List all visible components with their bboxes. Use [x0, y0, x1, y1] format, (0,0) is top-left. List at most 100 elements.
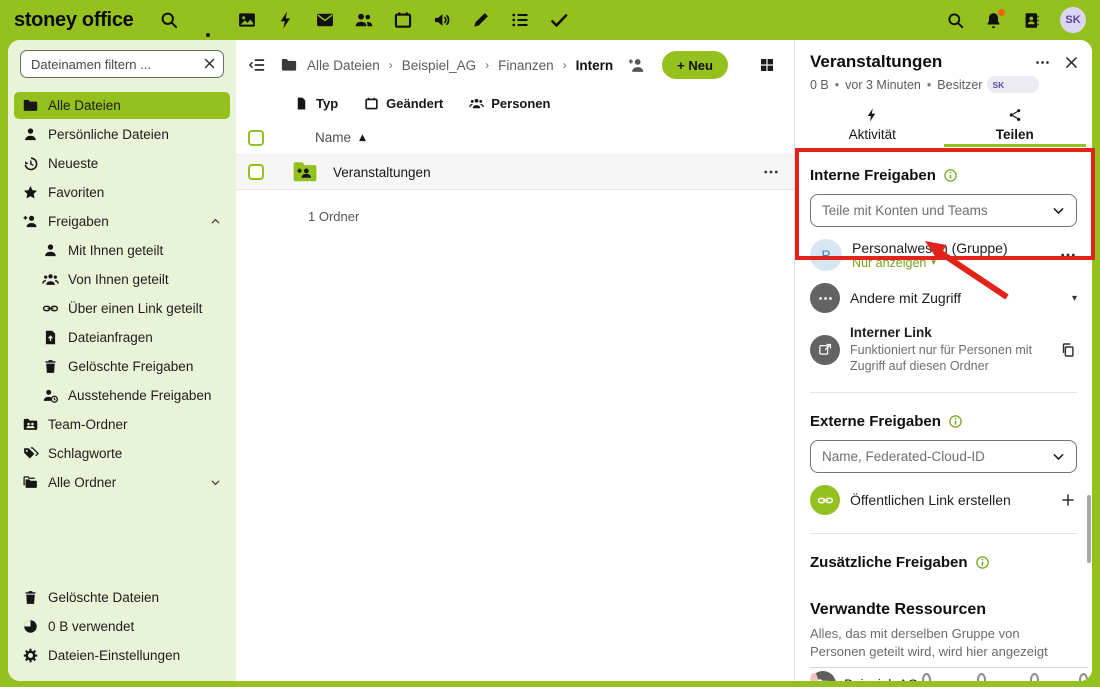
owner-initials: SK	[992, 80, 1004, 90]
copy-link-icon[interactable]	[1059, 341, 1077, 359]
sidebar-item-alle-dateien[interactable]: Alle Dateien	[14, 92, 230, 119]
expand-icon[interactable]: ▾	[1072, 293, 1077, 304]
file-name: Veranstaltungen	[333, 165, 431, 180]
others-with-access-row[interactable]: Andere mit Zugriff ▾	[810, 277, 1077, 319]
sidebar-item-favoriten[interactable]: Favoriten	[14, 179, 230, 206]
file-row-veranstaltungen[interactable]: Veranstaltungen	[236, 155, 794, 190]
grid-view-icon[interactable]	[758, 56, 776, 74]
info-icon[interactable]	[943, 168, 958, 183]
chevron-down-icon[interactable]	[209, 476, 222, 489]
row-checkbox[interactable]	[248, 164, 264, 180]
select-all-checkbox[interactable]	[248, 130, 264, 146]
sidebar-item-label: Gelöschte Freigaben	[68, 359, 193, 374]
row-actions-icon[interactable]	[762, 163, 780, 181]
files-icon[interactable]	[198, 10, 218, 30]
chevron-down-icon[interactable]	[1050, 448, 1067, 465]
filter-geändert[interactable]: Geändert	[364, 96, 443, 111]
breadcrumb-alle-dateien[interactable]: Alle Dateien	[307, 58, 380, 73]
create-link-label: Öffentlichen Link erstellen	[850, 492, 1049, 508]
done-icon[interactable]	[549, 10, 569, 30]
checkbox[interactable]	[922, 673, 931, 681]
checkbox[interactable]	[1079, 673, 1088, 681]
sidebar-item-label: Neueste	[48, 156, 98, 171]
breadcrumb-intern[interactable]: Intern	[576, 58, 614, 73]
sidebar-item-schlagworte[interactable]: Schlagworte	[14, 440, 230, 467]
panel-more-actions-icon[interactable]	[1034, 54, 1051, 71]
notes-icon[interactable]	[471, 10, 491, 30]
talk-icon[interactable]	[432, 10, 452, 30]
internal-link-title: Interner Link	[850, 325, 1049, 340]
sidebar-item-gelöschte-dateien[interactable]: Gelöschte Dateien	[14, 584, 230, 611]
sidebar-item-neueste[interactable]: Neueste	[14, 150, 230, 177]
sidebar-item-label: Dateien-Einstellungen	[48, 648, 180, 663]
sidebar-item-mit-ihnen-geteilt[interactable]: Mit Ihnen geteilt	[34, 237, 230, 264]
calendar-icon[interactable]	[393, 10, 413, 30]
share-options-icon[interactable]	[1059, 246, 1077, 264]
info-icon[interactable]	[975, 555, 990, 570]
chevron-down-icon[interactable]	[1050, 202, 1067, 219]
clear-filter-icon[interactable]	[202, 56, 217, 71]
shared-indicator-icon[interactable]	[627, 56, 646, 75]
sidebar-nav: Alle Dateien Persönliche Dateien Neueste Fa…	[14, 92, 230, 496]
tab-aktivität[interactable]: Aktivität	[801, 101, 944, 147]
additional-shares-heading: Zusätzliche Freigaben	[810, 554, 968, 571]
sidebar-item-gelöschte-freigaben[interactable]: Gelöschte Freigaben	[34, 353, 230, 380]
sidebar-item-0-b-verwendet[interactable]: 0 B verwendet	[14, 613, 230, 640]
close-panel-icon[interactable]	[1063, 54, 1080, 71]
tab-label: Aktivität	[849, 127, 896, 142]
folder-icon	[280, 56, 298, 74]
checkbox[interactable]	[1030, 673, 1039, 681]
sidebar-item-von-ihnen-geteilt[interactable]: Von Ihnen geteilt	[34, 266, 230, 293]
collapse-sidebar-icon[interactable]	[248, 56, 266, 74]
sidebar-item-freigaben[interactable]: Freigaben	[14, 208, 230, 235]
photos-icon[interactable]	[237, 10, 257, 30]
sidebar-item-label: Freigaben	[48, 214, 109, 229]
search-icon[interactable]	[159, 10, 179, 30]
contacts-menu-icon[interactable]	[1022, 11, 1041, 30]
tasks-icon[interactable]	[510, 10, 530, 30]
sidebar-item-team-ordner[interactable]: Team-Ordner	[14, 411, 230, 438]
share-permission[interactable]: Nur anzeigen▾	[852, 256, 1049, 270]
filename-filter-input[interactable]	[20, 50, 224, 78]
sidebar-item-dateien-einstellungen[interactable]: Dateien-Einstellungen	[14, 642, 230, 669]
filter-typ[interactable]: Typ	[294, 96, 338, 111]
notifications-icon[interactable]	[984, 11, 1003, 30]
sidebar-item-ausstehende-freigaben[interactable]: Ausstehende Freigaben	[34, 382, 230, 409]
sidebar-item-alle-ordner[interactable]: Alle Ordner	[14, 469, 230, 496]
federated-input[interactable]	[810, 440, 1077, 473]
chevron-up-icon[interactable]	[209, 215, 222, 228]
file-meta: 0 B vor 3 Minuten Besitzer SK	[810, 76, 1077, 93]
create-public-link-row[interactable]: Öffentlichen Link erstellen	[810, 479, 1077, 521]
sidebar-item-persönliche-dateien[interactable]: Persönliche Dateien	[14, 121, 230, 148]
share-recipient-input[interactable]	[810, 194, 1077, 227]
contacts-icon[interactable]	[354, 10, 374, 30]
mail-icon[interactable]	[315, 10, 335, 30]
breadcrumb-finanzen[interactable]: Finanzen	[498, 58, 554, 73]
share-entry-personalwesen[interactable]: P Personalwesen (Gruppe) Nur anzeigen▾	[810, 233, 1077, 277]
notification-badge	[998, 9, 1005, 16]
user-avatar[interactable]: SK	[1060, 7, 1086, 33]
search-icon[interactable]	[946, 11, 965, 30]
star-icon	[22, 184, 39, 201]
file-icon	[294, 96, 309, 111]
topbar: stoney office SK	[0, 0, 1100, 40]
others-avatar-icon	[810, 283, 840, 313]
sidebar-item-über-einen-link-geteilt[interactable]: Über einen Link geteilt	[34, 295, 230, 322]
info-icon[interactable]	[948, 414, 963, 429]
sidebar-item-dateianfragen[interactable]: Dateianfragen	[34, 324, 230, 351]
breadcrumb-beispiel-ag[interactable]: Beispiel_AG	[402, 58, 476, 73]
checkbox[interactable]	[977, 673, 986, 681]
column-name[interactable]: Name ▲	[315, 130, 366, 145]
sidebar-footer: Gelöschte Dateien0 B verwendet Dateien-Ei…	[14, 584, 230, 671]
new-button[interactable]: + Neu	[662, 51, 728, 79]
tab-teilen[interactable]: Teilen	[944, 101, 1087, 147]
filter-personen[interactable]: Personen	[469, 96, 550, 111]
topbar-right: SK	[946, 7, 1086, 33]
scrollbar-thumb[interactable]	[1087, 495, 1091, 563]
filter-label: Geändert	[386, 96, 443, 111]
related-resources-desc: Alles, das mit derselben Gruppe von Pers…	[810, 625, 1077, 661]
activity-icon[interactable]	[276, 10, 296, 30]
add-link-icon[interactable]	[1059, 491, 1077, 509]
sidebar-item-label: Alle Dateien	[48, 98, 121, 113]
external-link-icon	[817, 341, 834, 358]
